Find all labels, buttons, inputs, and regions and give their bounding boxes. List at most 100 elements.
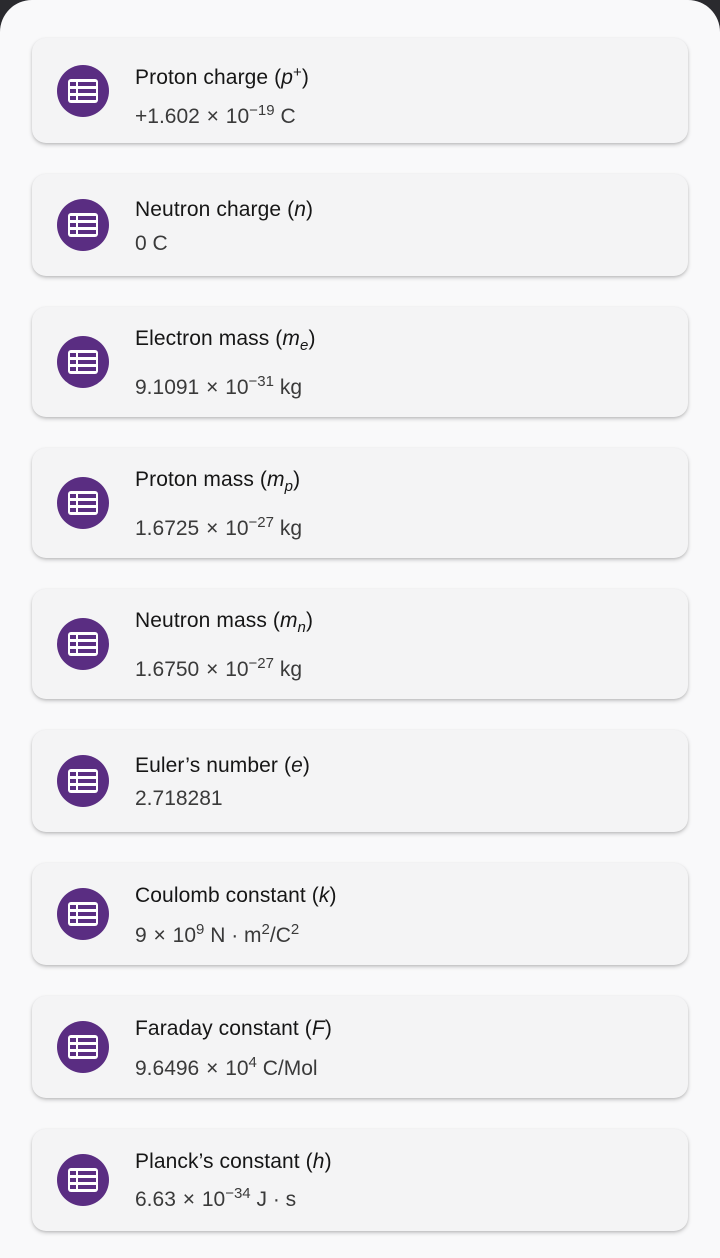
constant-value: 9 × 109 N · m2/C2	[135, 921, 299, 948]
constant-value: +1.602 × 10−19 C	[135, 102, 296, 129]
constant-title: Neutron mass (mn)	[135, 609, 314, 636]
constant-title: Planck’s constant (h)	[135, 1150, 332, 1173]
value-mantissa: 9.6496	[135, 1057, 200, 1080]
value-exponent: −34	[225, 1185, 251, 1202]
list-icon	[57, 199, 109, 251]
value-mantissa: 6.63	[135, 1188, 176, 1211]
constant-value: 1.6750 × 10−27 kg	[135, 655, 302, 682]
value-unit: C/Mol	[262, 1057, 318, 1080]
constant-name: Coulomb constant	[135, 884, 306, 907]
constant-name: Electron mass	[135, 327, 270, 350]
constant-symbol: F	[311, 1017, 325, 1040]
value-unit: kg	[279, 376, 303, 399]
constant-name: Planck’s constant	[135, 1150, 300, 1173]
constant-title: Proton charge (p+)	[135, 64, 309, 89]
value-mantissa: 9.1091	[135, 376, 200, 399]
value-exponent: 9	[196, 921, 205, 938]
value-unit: C	[280, 105, 296, 128]
constant-symbol: h	[312, 1150, 325, 1173]
value-unit: kg	[279, 658, 303, 681]
times-sign: ×	[206, 517, 219, 540]
value-base: 10	[201, 1188, 226, 1211]
value-unit: C	[152, 232, 168, 255]
value-exponent: −27	[248, 655, 274, 672]
value-unit-tail: /C	[269, 924, 291, 947]
value-mantissa: 1.6725	[135, 517, 200, 540]
value-exponent: −27	[248, 514, 274, 531]
value-unit-tail-exponent: 2	[290, 921, 300, 938]
constant-symbol: p	[281, 66, 294, 89]
list-icon	[57, 336, 109, 388]
constant-value: 9.1091 × 10−31 kg	[135, 373, 302, 400]
constant-card-proton-charge[interactable]: Proton charge (p+) +1.602 × 10−19 C	[32, 38, 688, 143]
value-base: 10	[172, 924, 196, 947]
constant-card-neutron-charge[interactable]: Neutron charge (n) 0 C	[32, 174, 688, 276]
value-mantissa: 1.6750	[135, 658, 200, 681]
constant-title: Coulomb constant (k)	[135, 884, 337, 907]
times-sign: ×	[206, 376, 219, 399]
constant-symbol: m	[267, 468, 285, 491]
list-icon	[57, 888, 109, 940]
constant-title: Faraday constant (F)	[135, 1017, 332, 1040]
constant-name: Euler’s number	[135, 754, 279, 777]
constant-symbol: k	[318, 884, 330, 907]
list-icon	[57, 65, 109, 117]
value-unit: N · m	[210, 924, 262, 947]
constant-name: Neutron mass	[135, 609, 267, 632]
value-mantissa: 2.718281	[135, 787, 223, 810]
constant-symbol-subscript: n	[297, 619, 306, 636]
constant-card-plancks-constant[interactable]: Planck’s constant (h) 6.63 × 10−34 J · s	[32, 1129, 688, 1231]
constant-value: 2.718281	[135, 787, 223, 811]
value-exponent: −19	[249, 102, 275, 119]
constants-sheet: Proton charge (p+) +1.602 × 10−19 C Neut…	[0, 0, 720, 1258]
value-mantissa: +1.602	[135, 105, 200, 128]
constant-value: 6.63 × 10−34 J · s	[135, 1185, 296, 1212]
constant-symbol-subscript: p	[284, 478, 294, 495]
constant-name: Proton charge	[135, 66, 269, 89]
list-icon	[57, 1021, 109, 1073]
constant-symbol: n	[294, 198, 306, 221]
constant-card-electron-mass[interactable]: Electron mass (me) 9.1091 × 10−31 kg	[32, 307, 688, 417]
list-icon	[57, 477, 109, 529]
list-icon	[57, 1154, 109, 1206]
times-sign: ×	[182, 1188, 195, 1211]
constant-value: 1.6725 × 10−27 kg	[135, 514, 302, 541]
value-base: 10	[225, 105, 250, 128]
value-mantissa: 9	[135, 924, 147, 947]
value-unit: J · s	[256, 1188, 297, 1211]
constant-card-coulomb-constant[interactable]: Coulomb constant (k) 9 × 109 N · m2/C2	[32, 863, 688, 965]
constant-value: 0 C	[135, 232, 168, 256]
constant-card-proton-mass[interactable]: Proton mass (mp) 1.6725 × 10−27 kg	[32, 448, 688, 558]
constant-symbol-subscript: e	[299, 337, 309, 354]
value-mantissa: 0	[135, 232, 147, 255]
list-icon	[57, 618, 109, 670]
value-exponent: 4	[248, 1054, 257, 1071]
value-base: 10	[225, 376, 249, 399]
constant-title: Euler’s number (e)	[135, 754, 310, 777]
constant-title: Electron mass (me)	[135, 327, 316, 354]
constant-name: Faraday constant	[135, 1017, 299, 1040]
times-sign: ×	[206, 105, 219, 128]
constant-symbol-superscript: +	[293, 64, 302, 81]
list-icon	[57, 755, 109, 807]
value-base: 10	[225, 517, 249, 540]
constant-card-neutron-mass[interactable]: Neutron mass (mn) 1.6750 × 10−27 kg	[32, 589, 688, 699]
times-sign: ×	[206, 1057, 219, 1080]
value-unit-exponent: 2	[261, 921, 270, 938]
constant-symbol: m	[279, 609, 298, 632]
constant-name: Proton mass	[135, 468, 254, 491]
value-base: 10	[225, 1057, 249, 1080]
constant-name: Neutron charge	[135, 198, 282, 221]
value-unit: kg	[279, 517, 303, 540]
constant-symbol: m	[282, 327, 300, 350]
times-sign: ×	[206, 658, 219, 681]
constant-title: Proton mass (mp)	[135, 468, 301, 495]
value-base: 10	[225, 658, 249, 681]
constant-value: 9.6496 × 104 C/Mol	[135, 1054, 318, 1081]
constant-card-faraday-constant[interactable]: Faraday constant (F) 9.6496 × 104 C/Mol	[32, 996, 688, 1098]
constant-title: Neutron charge (n)	[135, 198, 314, 221]
constant-symbol: e	[291, 754, 303, 777]
constant-card-eulers-number[interactable]: Euler’s number (e) 2.718281	[32, 730, 688, 832]
times-sign: ×	[153, 924, 166, 947]
value-exponent: −31	[248, 373, 274, 390]
